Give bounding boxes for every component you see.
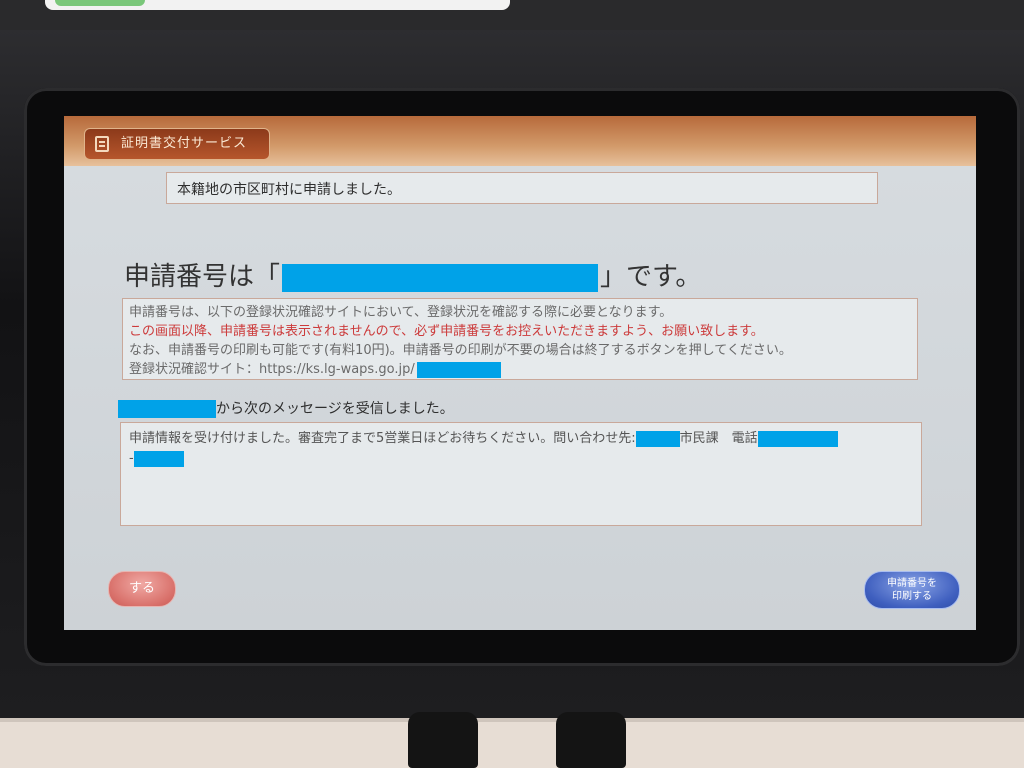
- registry-notice: 本籍地の市区町村に申請しました。: [166, 172, 878, 204]
- redacted-sender: [118, 400, 216, 418]
- redacted-office: [635, 430, 680, 447]
- info-line-3: なお、申請番号の印刷も可能です(有料10円)。申請番号の印刷が不要の場合は終了す…: [129, 343, 792, 358]
- redacted-phone: [757, 430, 838, 447]
- redacted-phone-continued: [133, 450, 184, 467]
- message-body-2: 市民課 電話: [679, 431, 758, 446]
- kiosk-sticker: [45, 0, 510, 10]
- right-shoe: [556, 712, 626, 768]
- service-tab: 証明書交付サービス: [84, 128, 271, 160]
- message-box: 申請情報を受け付けました。審査完了まで5営業日ほどお待ちください。問い合わせ先:…: [120, 422, 922, 526]
- print-application-number-button[interactable]: 申請番号を 印刷する: [864, 571, 960, 609]
- info-warning-line: この画面以降、申請番号は表示されませんので、必ず申請番号をお控えいただきますよう…: [129, 324, 764, 339]
- redacted-site-path: [416, 361, 501, 378]
- floor: [0, 718, 1024, 768]
- application-number-prefix: 申請番号は「: [124, 262, 281, 292]
- received-message-suffix: から次のメッセージを受信しました。: [216, 401, 454, 417]
- redacted-application-number: [282, 263, 599, 292]
- message-line-2: -: [129, 449, 913, 469]
- title-bar: 証明書交付サービス: [64, 116, 976, 166]
- status-site-line: 登録状況確認サイト：https://ks.lg-waps.go.jp/: [129, 360, 911, 379]
- info-box: 申請番号は、以下の登録状況確認サイトにおいて、登録状況を確認する際に必要となりま…: [122, 298, 918, 380]
- received-message-heading: から次のメッセージを受信しました。: [118, 398, 454, 418]
- left-shoe: [408, 712, 478, 768]
- service-tab-label: 証明書交付サービス: [121, 136, 248, 151]
- message-line-1: 申請情報を受け付けました。審査完了まで5営業日ほどお待ちください。問い合わせ先:…: [129, 429, 913, 449]
- document-icon: [95, 136, 109, 152]
- end-button[interactable]: する: [108, 571, 176, 607]
- status-site-url: 登録状況確認サイト：https://ks.lg-waps.go.jp/: [129, 362, 415, 377]
- application-number-suffix: 」です。: [600, 262, 702, 292]
- info-line-1: 申請番号は、以下の登録状況確認サイトにおいて、登録状況を確認する際に必要となりま…: [129, 305, 673, 320]
- message-body-1: 申請情報を受け付けました。審査完了まで5営業日ほどお待ちください。問い合わせ先:: [129, 431, 636, 446]
- kiosk-screen: 証明書交付サービス 本籍地の市区町村に申請しました。 申請番号は「 」です。 申請…: [64, 116, 976, 630]
- application-number-heading: 申請番号は「 」です。: [124, 256, 701, 293]
- registry-notice-text: 本籍地の市区町村に申請しました。: [177, 182, 401, 198]
